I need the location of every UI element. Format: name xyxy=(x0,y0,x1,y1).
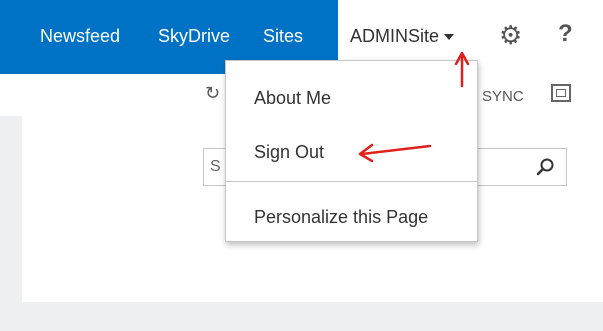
menu-item-personalize-page[interactable]: Personalize this Page xyxy=(254,207,428,228)
account-name: ADMINSite xyxy=(350,26,440,46)
sync-button[interactable]: SYNC xyxy=(482,88,524,105)
help-button[interactable]: ? xyxy=(558,22,573,46)
menu-item-about-me[interactable]: About Me xyxy=(254,88,331,109)
chevron-down-icon xyxy=(444,34,455,41)
menu-divider xyxy=(226,181,477,182)
page-body-lower xyxy=(22,252,603,302)
account-menu-button[interactable]: ADMINSite xyxy=(350,26,455,47)
menu-item-sign-out[interactable]: Sign Out xyxy=(254,142,324,163)
nav-newsfeed-link[interactable]: Newsfeed xyxy=(40,26,120,47)
account-dropdown-menu: About Me Sign Out Personalize this Page xyxy=(225,60,478,242)
focus-icon[interactable] xyxy=(551,84,571,102)
share-icon[interactable]: ↻ xyxy=(205,84,220,102)
search-placeholder: S xyxy=(210,158,221,175)
nav-sites-link[interactable]: Sites xyxy=(263,26,303,47)
gear-icon[interactable]: ⚙ xyxy=(499,22,522,48)
search-icon[interactable] xyxy=(535,156,557,178)
nav-skydrive-link[interactable]: SkyDrive xyxy=(158,26,230,47)
